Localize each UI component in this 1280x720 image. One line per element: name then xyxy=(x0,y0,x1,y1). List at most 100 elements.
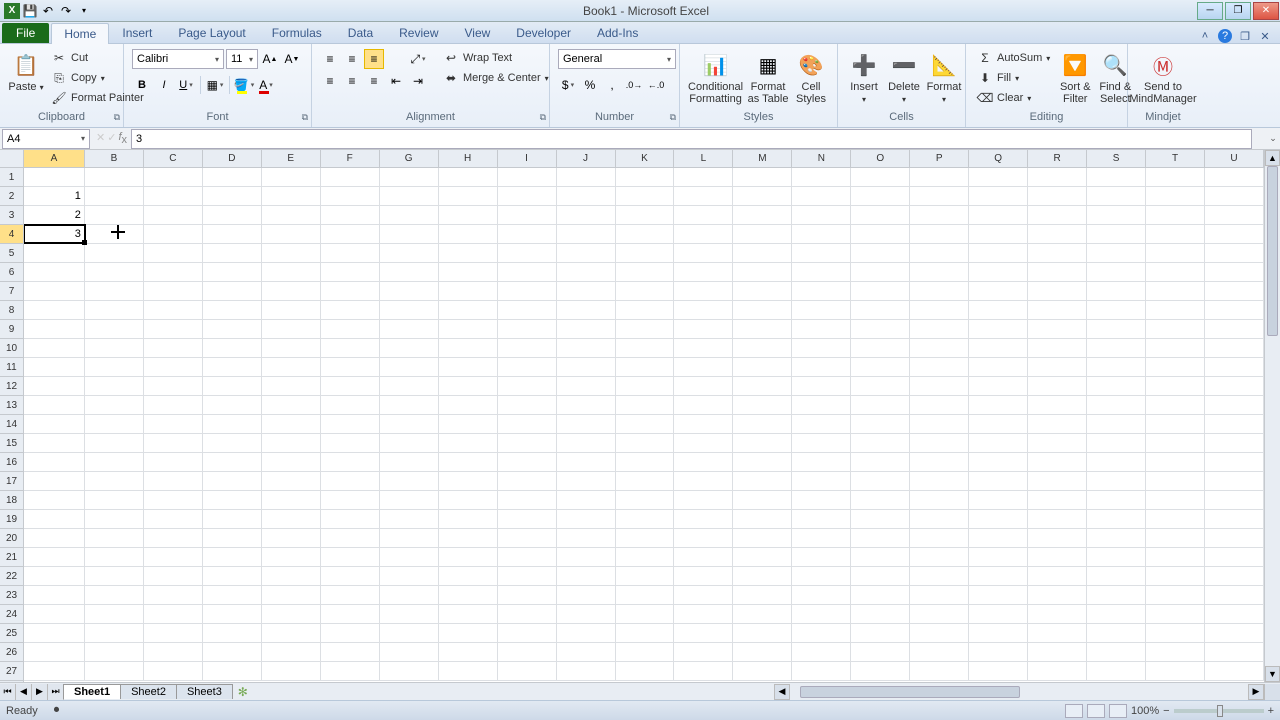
cell[interactable] xyxy=(262,529,321,548)
cell[interactable] xyxy=(85,472,144,491)
cell[interactable] xyxy=(792,320,851,339)
cell[interactable] xyxy=(203,225,262,244)
row-header-27[interactable]: 27 xyxy=(0,662,23,681)
row-header-11[interactable]: 11 xyxy=(0,358,23,377)
cell-styles-button[interactable]: 🎨Cell Styles xyxy=(791,47,831,107)
cell[interactable] xyxy=(616,301,675,320)
decrease-decimal-icon[interactable]: ←.0 xyxy=(646,75,666,95)
cell[interactable] xyxy=(674,624,733,643)
cell[interactable] xyxy=(1028,529,1087,548)
cell[interactable] xyxy=(203,453,262,472)
cell[interactable] xyxy=(969,624,1028,643)
cell[interactable] xyxy=(969,225,1028,244)
cell[interactable] xyxy=(616,434,675,453)
cell[interactable] xyxy=(380,358,439,377)
cell[interactable] xyxy=(144,510,203,529)
cell[interactable] xyxy=(24,624,85,643)
cell[interactable] xyxy=(498,567,557,586)
cell[interactable] xyxy=(1087,415,1146,434)
cell[interactable] xyxy=(1146,339,1205,358)
cell[interactable] xyxy=(321,282,380,301)
cell[interactable] xyxy=(498,605,557,624)
row-header-26[interactable]: 26 xyxy=(0,643,23,662)
orientation-icon[interactable]: ⤢ xyxy=(408,49,428,69)
cell[interactable] xyxy=(851,168,910,187)
cell[interactable] xyxy=(910,320,969,339)
cell[interactable] xyxy=(557,225,616,244)
cell[interactable] xyxy=(321,263,380,282)
cell[interactable] xyxy=(1146,320,1205,339)
cell[interactable] xyxy=(1146,529,1205,548)
cell[interactable] xyxy=(85,206,144,225)
cell[interactable] xyxy=(557,168,616,187)
cell[interactable] xyxy=(1146,168,1205,187)
cell[interactable] xyxy=(616,605,675,624)
cell[interactable] xyxy=(733,643,792,662)
cell[interactable] xyxy=(144,472,203,491)
cell[interactable] xyxy=(969,206,1028,225)
tab-page-layout[interactable]: Page Layout xyxy=(165,22,258,43)
cell[interactable] xyxy=(321,415,380,434)
name-box[interactable]: A4▾ xyxy=(2,129,90,149)
cell[interactable] xyxy=(1146,643,1205,662)
cell[interactable] xyxy=(851,206,910,225)
cell[interactable] xyxy=(321,244,380,263)
cell[interactable] xyxy=(792,529,851,548)
fill-button[interactable]: ⬇Fill ▾ xyxy=(974,69,1053,87)
align-middle-icon[interactable]: ≡ xyxy=(342,49,362,69)
cell[interactable] xyxy=(380,491,439,510)
cell[interactable] xyxy=(616,491,675,510)
cell[interactable] xyxy=(380,624,439,643)
cell[interactable] xyxy=(910,301,969,320)
cell[interactable] xyxy=(203,510,262,529)
cell[interactable] xyxy=(85,358,144,377)
cell[interactable] xyxy=(851,301,910,320)
cell[interactable] xyxy=(203,415,262,434)
cell[interactable] xyxy=(439,624,498,643)
cell[interactable] xyxy=(910,643,969,662)
row-header-25[interactable]: 25 xyxy=(0,624,23,643)
cell[interactable] xyxy=(1028,491,1087,510)
cell[interactable] xyxy=(439,415,498,434)
cell[interactable] xyxy=(557,187,616,206)
row-header-14[interactable]: 14 xyxy=(0,415,23,434)
cell[interactable] xyxy=(792,339,851,358)
cell[interactable] xyxy=(24,605,85,624)
cell[interactable] xyxy=(1028,282,1087,301)
cell[interactable] xyxy=(674,320,733,339)
cell[interactable] xyxy=(557,396,616,415)
cell[interactable] xyxy=(851,263,910,282)
cell[interactable] xyxy=(851,529,910,548)
cell[interactable] xyxy=(616,624,675,643)
cell[interactable] xyxy=(1146,662,1205,681)
cell[interactable] xyxy=(1146,605,1205,624)
cell[interactable] xyxy=(674,225,733,244)
insert-cells-button[interactable]: ➕Insert▾ xyxy=(844,47,884,107)
cell[interactable] xyxy=(616,586,675,605)
cell[interactable] xyxy=(262,605,321,624)
cell[interactable] xyxy=(674,187,733,206)
cell[interactable] xyxy=(851,510,910,529)
cell[interactable] xyxy=(969,187,1028,206)
cell[interactable] xyxy=(498,548,557,567)
cell[interactable] xyxy=(321,529,380,548)
help-icon[interactable]: ? xyxy=(1218,29,1232,43)
cell[interactable] xyxy=(557,301,616,320)
cell[interactable] xyxy=(969,339,1028,358)
decrease-indent-icon[interactable]: ⇤ xyxy=(386,71,406,91)
cell[interactable] xyxy=(910,282,969,301)
cell[interactable] xyxy=(321,206,380,225)
cell[interactable] xyxy=(203,301,262,320)
cell[interactable] xyxy=(380,605,439,624)
normal-view-icon[interactable] xyxy=(1065,704,1083,718)
number-launcher-icon[interactable]: ⧉ xyxy=(670,112,676,123)
cell[interactable] xyxy=(439,320,498,339)
cell[interactable] xyxy=(792,225,851,244)
cell[interactable] xyxy=(439,529,498,548)
cell[interactable] xyxy=(1087,510,1146,529)
cell[interactable] xyxy=(851,282,910,301)
zoom-level[interactable]: 100% xyxy=(1131,705,1159,717)
cell[interactable] xyxy=(380,339,439,358)
merge-center-button[interactable]: ⬌Merge & Center ▾ xyxy=(440,69,552,87)
cell[interactable] xyxy=(85,244,144,263)
